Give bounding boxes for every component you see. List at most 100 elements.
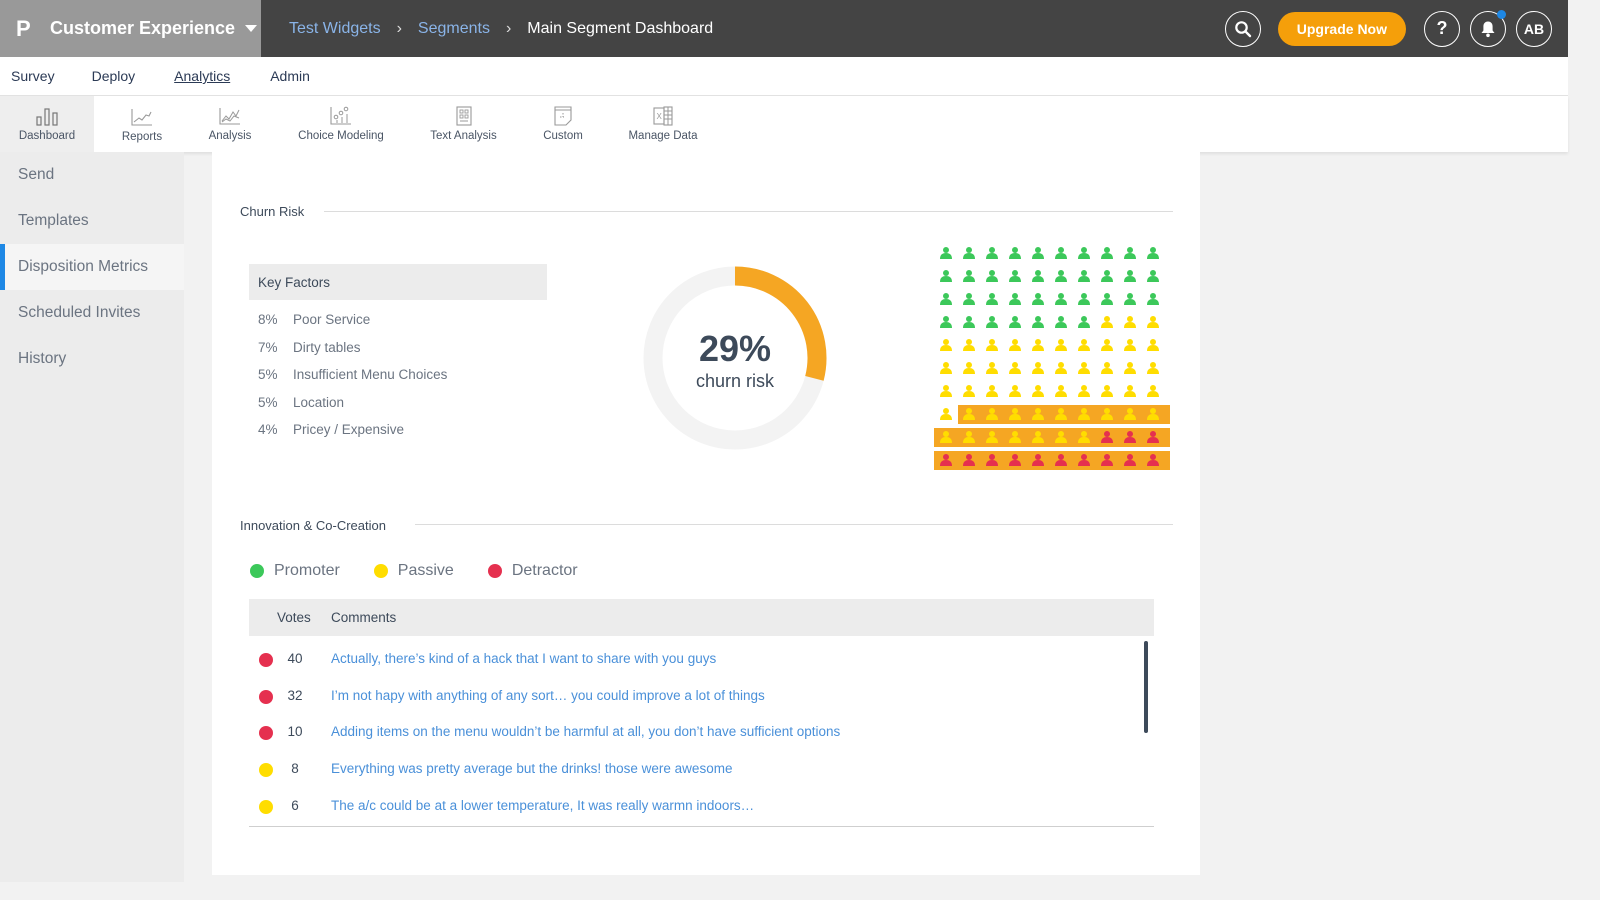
promoter-person-icon [963, 270, 975, 282]
upgrade-now-button[interactable]: Upgrade Now [1277, 11, 1406, 46]
tool-analysis[interactable]: Analysis [190, 96, 270, 152]
search-button[interactable] [1224, 10, 1261, 47]
passive-dot-icon [259, 800, 273, 814]
sidebar-item-disposition-metrics[interactable]: Disposition Metrics [0, 244, 184, 290]
tool-label: Analysis [208, 130, 252, 142]
nav-deploy[interactable]: Deploy [92, 68, 136, 84]
tool-manage-data[interactable]: X Manage Data [611, 96, 715, 152]
product-switcher[interactable]: P Customer Experience [0, 0, 261, 57]
passive-person-icon [940, 362, 952, 374]
passive-person-icon [940, 408, 952, 420]
passive-person-icon [1055, 362, 1067, 374]
detractor-person-icon [940, 454, 952, 466]
tool-label: Manage Data [628, 130, 698, 142]
key-factor-label: Pricey / Expensive [293, 422, 405, 437]
passive-person-icon [940, 385, 952, 397]
churn-risk-title: Churn Risk [240, 204, 305, 219]
nav-analytics[interactable]: Analytics [174, 68, 230, 84]
tool-choice-modeling[interactable]: Choice Modeling [270, 96, 412, 152]
passive-dot-icon [373, 564, 388, 578]
promoter-person-icon [986, 293, 998, 305]
passive-person-icon [1147, 316, 1159, 328]
passive-person-icon [1009, 408, 1021, 420]
table-row: 40 Actually, there’s kind of a hack that … [249, 651, 1129, 671]
key-factor-row: 5% Insufficient Menu Choices [258, 367, 447, 382]
sidebar-item-send[interactable]: Send [0, 152, 184, 198]
nav-survey[interactable]: Survey [11, 68, 55, 84]
nav-admin[interactable]: Admin [270, 68, 310, 84]
detractor-person-icon [963, 454, 975, 466]
notifications-button[interactable] [1470, 9, 1506, 47]
detractor-person-icon [1147, 431, 1159, 443]
comment-link[interactable]: The a/c could be at a lower temperature,… [331, 798, 754, 813]
caret-down-icon [245, 25, 258, 32]
passive-person-icon [1009, 362, 1021, 374]
chevron-right-icon: › [396, 19, 402, 37]
promoter-person-icon [1124, 293, 1136, 305]
search-icon [1234, 20, 1251, 37]
promoter-person-icon [1032, 247, 1044, 259]
comments-scrollbar[interactable] [1144, 641, 1148, 733]
promoter-person-icon [1124, 270, 1136, 282]
promoter-person-icon [986, 270, 998, 282]
breadcrumb-test-widgets[interactable]: Test Widgets [289, 20, 381, 38]
detractor-person-icon [1124, 454, 1136, 466]
tool-label: Dashboard [18, 130, 76, 142]
legend-detractor: Detractor [487, 562, 578, 580]
tool-dashboard[interactable]: Dashboard [0, 96, 94, 152]
key-factor-pct: 8% [258, 312, 278, 327]
sidebar-item-scheduled-invites[interactable]: Scheduled Invites [0, 290, 184, 336]
comment-link[interactable]: Everything was pretty average but the dr… [331, 761, 732, 776]
comment-link[interactable]: Actually, there’s kind of a hack that I … [331, 651, 716, 666]
passive-person-icon [1078, 431, 1090, 443]
legend-passive: Passive [373, 562, 454, 580]
sidebar-item-history[interactable]: History [0, 336, 184, 382]
promoter-person-icon [1055, 270, 1067, 282]
comment-link[interactable]: Adding items on the menu wouldn’t be har… [331, 724, 840, 739]
key-factors-header: Key Factors [249, 264, 547, 300]
promoter-person-icon [963, 316, 975, 328]
passive-person-icon [963, 362, 975, 374]
promoter-person-icon [986, 247, 998, 259]
promoter-dot-icon [250, 564, 264, 578]
user-avatar[interactable]: AB [1516, 10, 1552, 47]
promoter-person-icon [940, 247, 952, 259]
passive-person-icon [963, 385, 975, 397]
tool-reports[interactable]: Reports [94, 96, 190, 152]
passive-person-icon [1055, 431, 1067, 443]
top-bar: P Customer Experience Test Widgets › Seg… [0, 0, 1568, 57]
custom-sheet-icon [554, 106, 572, 126]
detractor-dot-icon [487, 564, 502, 578]
promoter-person-icon [1009, 270, 1021, 282]
comment-link[interactable]: I’m not hapy with anything of any sort… … [331, 688, 765, 703]
tool-custom[interactable]: Custom [515, 96, 611, 152]
key-factor-row: 7% Dirty tables [258, 340, 361, 355]
help-button[interactable]: ? [1424, 10, 1460, 47]
key-factor-pct: 5% [258, 367, 278, 382]
passive-person-icon [1009, 431, 1021, 443]
passive-person-icon [1055, 408, 1067, 420]
passive-person-icon [1101, 385, 1113, 397]
table-row: 8 Everything was pretty average but the d… [249, 761, 1129, 781]
tool-text-analysis[interactable]: Text Analysis [412, 96, 515, 152]
passive-person-icon [986, 339, 998, 351]
table-row: 32 I’m not hapy with anything of any sort… [249, 688, 1129, 708]
promoter-person-icon [1078, 316, 1090, 328]
detractor-person-icon [1032, 454, 1044, 466]
tool-label: Custom [543, 130, 583, 142]
passive-person-icon [1078, 385, 1090, 397]
promoter-person-icon [986, 316, 998, 328]
breadcrumb-segments[interactable]: Segments [418, 20, 490, 38]
key-factor-row: 8% Poor Service [258, 312, 370, 327]
module-nav: Survey Deploy Analytics Admin [0, 57, 1568, 96]
passive-person-icon [1078, 408, 1090, 420]
passive-person-icon [1032, 385, 1044, 397]
detractor-person-icon [1101, 431, 1113, 443]
sidebar-item-templates[interactable]: Templates [0, 198, 184, 244]
key-factor-label: Location [293, 395, 345, 410]
document-grid-icon [455, 106, 472, 126]
help-icon: ? [1436, 18, 1448, 38]
key-factor-label: Poor Service [293, 312, 371, 327]
vote-count: 10 [287, 724, 303, 739]
passive-person-icon [963, 408, 975, 420]
